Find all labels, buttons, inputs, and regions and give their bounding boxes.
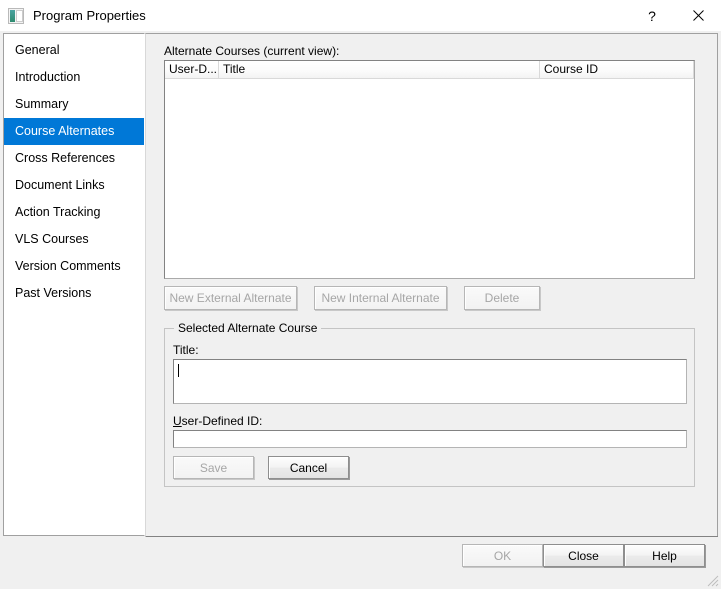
sidebar-item-summary[interactable]: Summary bbox=[4, 91, 144, 118]
alternate-courses-label: Alternate Courses (current view): bbox=[164, 44, 340, 58]
title-bar-buttons: ? bbox=[629, 0, 721, 31]
alternate-courses-list[interactable]: User-D... Title Course ID bbox=[164, 60, 695, 279]
close-icon[interactable] bbox=[675, 0, 721, 31]
cancel-button[interactable]: Cancel bbox=[268, 456, 349, 479]
groupbox-buttons: Save Cancel bbox=[173, 456, 363, 479]
sidebar-item-past-versions[interactable]: Past Versions bbox=[4, 280, 144, 307]
user-defined-id-label: User-Defined ID: bbox=[173, 414, 262, 428]
window-title: Program Properties bbox=[33, 8, 146, 23]
list-header-row: User-D... Title Course ID bbox=[165, 61, 694, 79]
sidebar-item-course-alternates[interactable]: Course Alternates bbox=[4, 118, 144, 145]
column-header-course-id[interactable]: Course ID bbox=[540, 61, 694, 79]
program-properties-window: Program Properties ? General Introductio… bbox=[0, 0, 721, 589]
user-defined-id-input[interactable] bbox=[173, 430, 687, 448]
sidebar-item-version-comments[interactable]: Version Comments bbox=[4, 253, 144, 280]
help-titlebar-button[interactable]: ? bbox=[629, 0, 675, 31]
delete-button[interactable]: Delete bbox=[464, 286, 540, 310]
groupbox-title: Selected Alternate Course bbox=[174, 321, 322, 335]
title-input[interactable] bbox=[173, 359, 687, 404]
sidebar-item-vls-courses[interactable]: VLS Courses bbox=[4, 226, 144, 253]
new-internal-alternate-button[interactable]: New Internal Alternate bbox=[314, 286, 447, 310]
help-button[interactable]: Help bbox=[624, 544, 705, 567]
sidebar-item-cross-references[interactable]: Cross References bbox=[4, 145, 144, 172]
new-external-alternate-button[interactable]: New External Alternate bbox=[164, 286, 297, 310]
sidebar-item-action-tracking[interactable]: Action Tracking bbox=[4, 199, 144, 226]
content-panel: Alternate Courses (current view): User-D… bbox=[145, 33, 718, 537]
sidebar-item-document-links[interactable]: Document Links bbox=[4, 172, 144, 199]
program-properties-icon bbox=[8, 7, 24, 24]
user-defined-id-label-accel: U bbox=[173, 414, 182, 428]
column-header-user-defined-id[interactable]: User-D... bbox=[165, 61, 219, 79]
text-caret bbox=[178, 364, 179, 377]
user-defined-id-label-rest: ser-Defined ID: bbox=[181, 414, 263, 428]
selected-alternate-course-group: Selected Alternate Course Title: User-De… bbox=[164, 321, 695, 487]
list-action-buttons: New External Alternate New Internal Alte… bbox=[164, 286, 557, 310]
sidebar-nav: General Introduction Summary Course Alte… bbox=[3, 33, 145, 536]
ok-button[interactable]: OK bbox=[462, 544, 543, 567]
save-button[interactable]: Save bbox=[173, 456, 254, 479]
dialog-footer: OK Close Help bbox=[0, 540, 721, 589]
resize-grip-icon[interactable] bbox=[705, 573, 719, 587]
close-button[interactable]: Close bbox=[543, 544, 624, 567]
list-body-empty[interactable] bbox=[165, 79, 694, 278]
sidebar-item-general[interactable]: General bbox=[4, 37, 144, 64]
column-header-title[interactable]: Title bbox=[219, 61, 540, 79]
sidebar-item-introduction[interactable]: Introduction bbox=[4, 64, 144, 91]
title-bar: Program Properties ? bbox=[0, 0, 721, 31]
title-field-label: Title: bbox=[173, 343, 199, 357]
